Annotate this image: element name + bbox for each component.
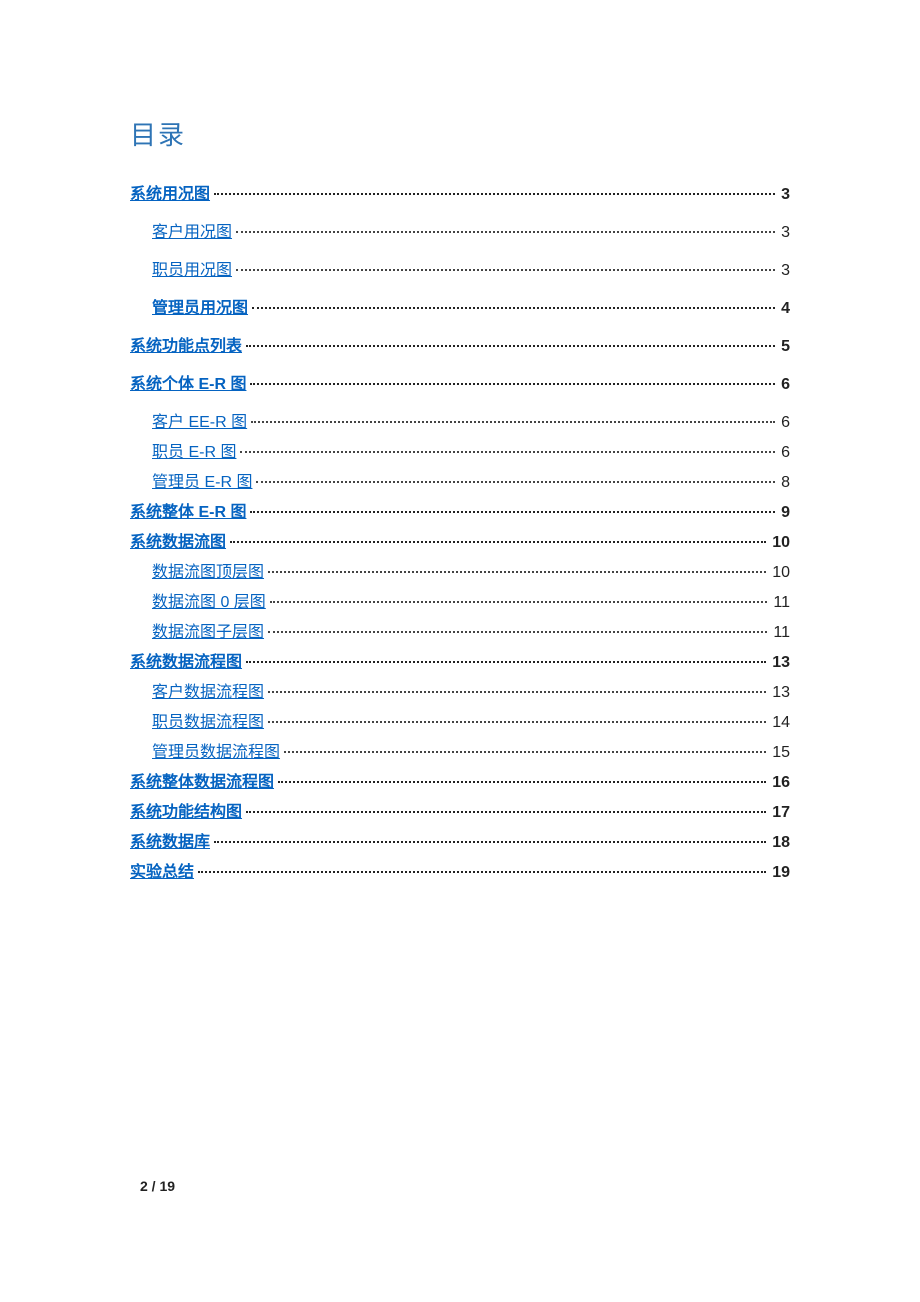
toc-page-number: 13 — [770, 684, 790, 702]
toc-link[interactable]: 实验总结 — [130, 858, 194, 882]
toc-page-number: 9 — [779, 504, 790, 522]
toc-page-number: 3 — [779, 186, 790, 204]
toc-leader-dots — [270, 601, 768, 603]
toc-leader-dots — [246, 811, 766, 813]
toc-page-number: 14 — [770, 714, 790, 732]
toc-leader-dots — [284, 751, 766, 753]
toc-link[interactable]: 系统用况图 — [130, 180, 210, 204]
toc-leader-dots — [236, 231, 775, 233]
toc-title: 目录 — [130, 115, 790, 152]
toc-leader-dots — [250, 511, 775, 513]
toc-page-number: 11 — [771, 624, 790, 642]
toc-leader-dots — [214, 193, 775, 195]
toc-leader-dots — [230, 541, 766, 543]
toc-page-number: 11 — [771, 594, 790, 612]
toc-page-number: 4 — [779, 300, 790, 318]
toc-page-number: 19 — [770, 864, 790, 882]
toc-link[interactable]: 管理员数据流程图 — [152, 738, 280, 762]
toc-page-number: 5 — [779, 338, 790, 356]
toc-page-number: 8 — [779, 474, 790, 492]
toc-leader-dots — [240, 451, 775, 453]
toc-link[interactable]: 管理员用况图 — [152, 294, 248, 318]
document-page: 目录 系统用况图 3 客户用况图 3 职员用况图 3 管理员用况图 4 系统功能点列表 5 系统个体… — [0, 0, 920, 882]
toc-entry: 系统整体数据流程图 16 — [130, 768, 790, 792]
page-footer: 2 / 19 — [140, 1178, 175, 1194]
toc-entry: 职员用况图 3 — [130, 256, 790, 280]
toc-page-number: 18 — [770, 834, 790, 852]
toc-link[interactable]: 客户数据流程图 — [152, 678, 264, 702]
toc-leader-dots — [278, 781, 766, 783]
toc-link[interactable]: 数据流图子层图 — [152, 618, 264, 642]
toc-leader-dots — [256, 481, 775, 483]
toc-link[interactable]: 数据流图 0 层图 — [152, 588, 266, 612]
toc-entry: 系统个体 E-R 图 6 — [130, 370, 790, 394]
toc-link[interactable]: 数据流图顶层图 — [152, 558, 264, 582]
toc-leader-dots — [214, 841, 766, 843]
toc-link[interactable]: 客户用况图 — [152, 218, 232, 242]
toc-entry: 系统数据流图 10 — [130, 528, 790, 552]
toc-link[interactable]: 系统数据流程图 — [130, 648, 242, 672]
toc-page-number: 16 — [770, 774, 790, 792]
toc-link[interactable]: 系统整体 E-R 图 — [130, 498, 246, 522]
toc-entry: 实验总结 19 — [130, 858, 790, 882]
toc-entry: 系统功能点列表 5 — [130, 332, 790, 356]
toc-leader-dots — [198, 871, 766, 873]
toc-link[interactable]: 系统功能结构图 — [130, 798, 242, 822]
toc-leader-dots — [268, 691, 766, 693]
toc-link[interactable]: 客户 EE-R 图 — [152, 408, 247, 432]
toc-entry: 系统数据流程图 13 — [130, 648, 790, 672]
toc-page-number: 6 — [779, 414, 790, 432]
toc-entry: 系统用况图 3 — [130, 180, 790, 204]
toc-entry: 管理员数据流程图 15 — [130, 738, 790, 762]
toc-link[interactable]: 系统功能点列表 — [130, 332, 242, 356]
table-of-contents: 系统用况图 3 客户用况图 3 职员用况图 3 管理员用况图 4 系统功能点列表 5 系统个体 E-… — [130, 180, 790, 882]
toc-entry: 职员数据流程图 14 — [130, 708, 790, 732]
toc-entry: 客户数据流程图 13 — [130, 678, 790, 702]
toc-link[interactable]: 职员 E-R 图 — [152, 438, 236, 462]
toc-page-number: 13 — [770, 654, 790, 672]
toc-entry: 数据流图顶层图 10 — [130, 558, 790, 582]
toc-leader-dots — [268, 631, 767, 633]
toc-page-number: 3 — [779, 262, 790, 280]
toc-entry: 客户 EE-R 图 6 — [130, 408, 790, 432]
toc-page-number: 6 — [779, 444, 790, 462]
toc-page-number: 10 — [770, 534, 790, 552]
toc-entry: 数据流图 0 层图 11 — [130, 588, 790, 612]
toc-link[interactable]: 职员数据流程图 — [152, 708, 264, 732]
toc-leader-dots — [250, 383, 775, 385]
toc-entry: 职员 E-R 图 6 — [130, 438, 790, 462]
toc-page-number: 15 — [770, 744, 790, 762]
toc-entry: 管理员 E-R 图 8 — [130, 468, 790, 492]
toc-entry: 系统整体 E-R 图 9 — [130, 498, 790, 522]
toc-link[interactable]: 系统数据库 — [130, 828, 210, 852]
toc-link[interactable]: 职员用况图 — [152, 256, 232, 280]
toc-entry: 系统功能结构图 17 — [130, 798, 790, 822]
toc-page-number: 10 — [770, 564, 790, 582]
toc-entry: 系统数据库 18 — [130, 828, 790, 852]
toc-link[interactable]: 管理员 E-R 图 — [152, 468, 252, 492]
toc-leader-dots — [236, 269, 775, 271]
toc-entry: 客户用况图 3 — [130, 218, 790, 242]
toc-page-number: 6 — [779, 376, 790, 394]
toc-link[interactable]: 系统整体数据流程图 — [130, 768, 274, 792]
toc-leader-dots — [268, 721, 766, 723]
toc-page-number: 3 — [779, 224, 790, 242]
toc-leader-dots — [251, 421, 775, 423]
toc-link[interactable]: 系统数据流图 — [130, 528, 226, 552]
toc-leader-dots — [246, 661, 766, 663]
toc-leader-dots — [268, 571, 766, 573]
toc-entry: 管理员用况图 4 — [130, 294, 790, 318]
toc-page-number: 17 — [770, 804, 790, 822]
toc-entry: 数据流图子层图 11 — [130, 618, 790, 642]
toc-link[interactable]: 系统个体 E-R 图 — [130, 370, 246, 394]
toc-leader-dots — [246, 345, 775, 347]
toc-leader-dots — [252, 307, 775, 309]
